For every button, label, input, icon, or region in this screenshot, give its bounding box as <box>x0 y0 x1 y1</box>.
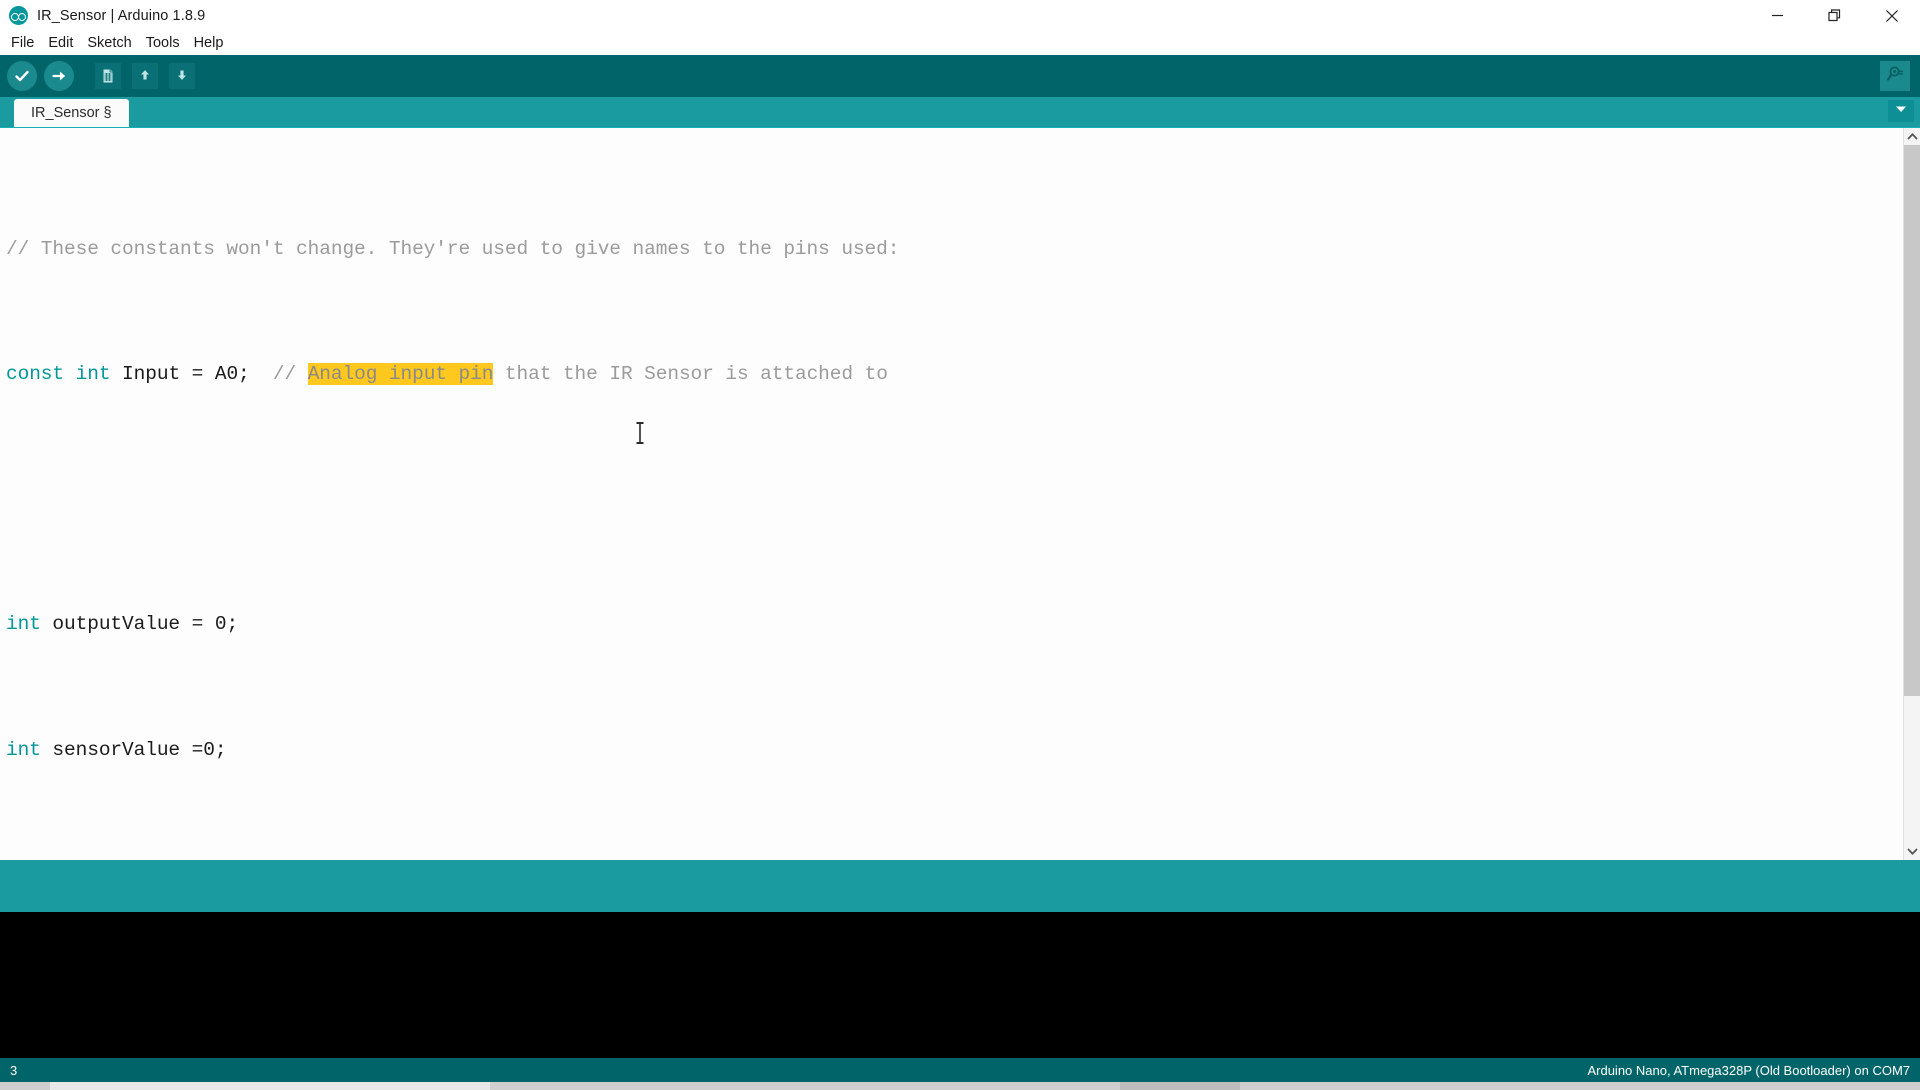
taskbar-segment-4 <box>1120 1082 1240 1090</box>
code-line-2-tail: that the IR Sensor is attached to <box>493 363 888 386</box>
code-line-2: const int Input = A0; // Analog input pi… <box>6 363 888 386</box>
new-file-icon <box>95 63 121 89</box>
menu-item-tools[interactable]: Tools <box>139 32 187 54</box>
arduino-ide-window: IR_Sensor | Arduino 1.8.9 File Edit Sket… <box>0 0 1920 1090</box>
menu-item-help[interactable]: Help <box>187 32 231 54</box>
scroll-down-button[interactable] <box>1904 843 1920 860</box>
editor-vertical-scrollbar[interactable] <box>1903 128 1920 860</box>
code-line-4-text: outputValue = 0; <box>40 613 239 636</box>
verify-button[interactable] <box>4 58 40 94</box>
checkmark-icon <box>7 61 37 91</box>
taskbar-segment-1 <box>0 1082 50 1090</box>
console-output[interactable] <box>0 912 1920 1058</box>
code-editor[interactable]: // These constants won't change. They're… <box>0 128 1903 860</box>
taskbar-strip <box>0 1082 1920 1090</box>
taskbar-segment-5 <box>1240 1082 1920 1090</box>
taskbar-segment-2 <box>50 1082 490 1090</box>
scroll-track[interactable] <box>1904 145 1920 843</box>
console-header-bar <box>0 860 1920 912</box>
status-bar: 3 Arduino Nano, ATmega328P (Old Bootload… <box>0 1058 1920 1082</box>
code-line-5: int sensorValue =0; <box>6 738 227 761</box>
magnifier-icon <box>1885 64 1905 89</box>
taskbar-segment-3 <box>490 1082 1120 1090</box>
tab-menu-button[interactable] <box>1888 100 1914 122</box>
highlighted-comment: Analog input pin <box>307 363 494 386</box>
status-board-info: Arduino Nano, ATmega328P (Old Bootloader… <box>1587 1062 1910 1078</box>
code-token-input-decl: Input = A0; <box>110 363 250 386</box>
new-sketch-button[interactable] <box>90 58 126 94</box>
toolbar <box>0 55 1920 97</box>
serial-monitor-button[interactable] <box>1880 61 1910 91</box>
arrow-right-icon <box>44 61 74 91</box>
close-button[interactable] <box>1863 0 1920 31</box>
arrow-down-icon <box>169 63 195 89</box>
menu-item-edit[interactable]: Edit <box>41 32 80 54</box>
scroll-thumb[interactable] <box>1904 145 1920 697</box>
scroll-up-button[interactable] <box>1904 128 1920 145</box>
code-line-4: int outputValue = 0; <box>6 613 239 636</box>
code-token-int: int <box>75 363 111 386</box>
minimize-button[interactable] <box>1749 0 1806 31</box>
save-sketch-button[interactable] <box>164 58 200 94</box>
tab-ir-sensor[interactable]: IR_Sensor § <box>14 99 129 127</box>
code-line-1: // These constants won't change. They're… <box>6 234 1903 265</box>
arrow-up-icon <box>132 63 158 89</box>
tab-label: IR_Sensor § <box>31 105 112 121</box>
arduino-logo-icon <box>9 6 28 25</box>
title-bar: IR_Sensor | Arduino 1.8.9 <box>0 0 1920 31</box>
text-cursor-icon <box>541 390 644 445</box>
status-line-number: 3 <box>10 1062 18 1078</box>
editor-area: // These constants won't change. They're… <box>0 127 1920 860</box>
window-title: IR_Sensor | Arduino 1.8.9 <box>37 7 206 24</box>
menu-item-sketch[interactable]: Sketch <box>80 32 138 54</box>
code-token-const: const <box>6 363 65 386</box>
upload-button[interactable] <box>41 58 77 94</box>
tab-bar: IR_Sensor § <box>0 97 1920 127</box>
code-line-5-text: sensorValue =0; <box>40 738 227 761</box>
chevron-down-icon <box>1893 101 1909 122</box>
code-line-1-text: // These constants won't change. They're… <box>6 237 900 260</box>
open-sketch-button[interactable] <box>127 58 163 94</box>
menu-bar: File Edit Sketch Tools Help <box>0 31 1920 55</box>
maximize-button[interactable] <box>1806 0 1863 31</box>
window-controls <box>1749 0 1920 31</box>
menu-item-file[interactable]: File <box>4 32 41 54</box>
